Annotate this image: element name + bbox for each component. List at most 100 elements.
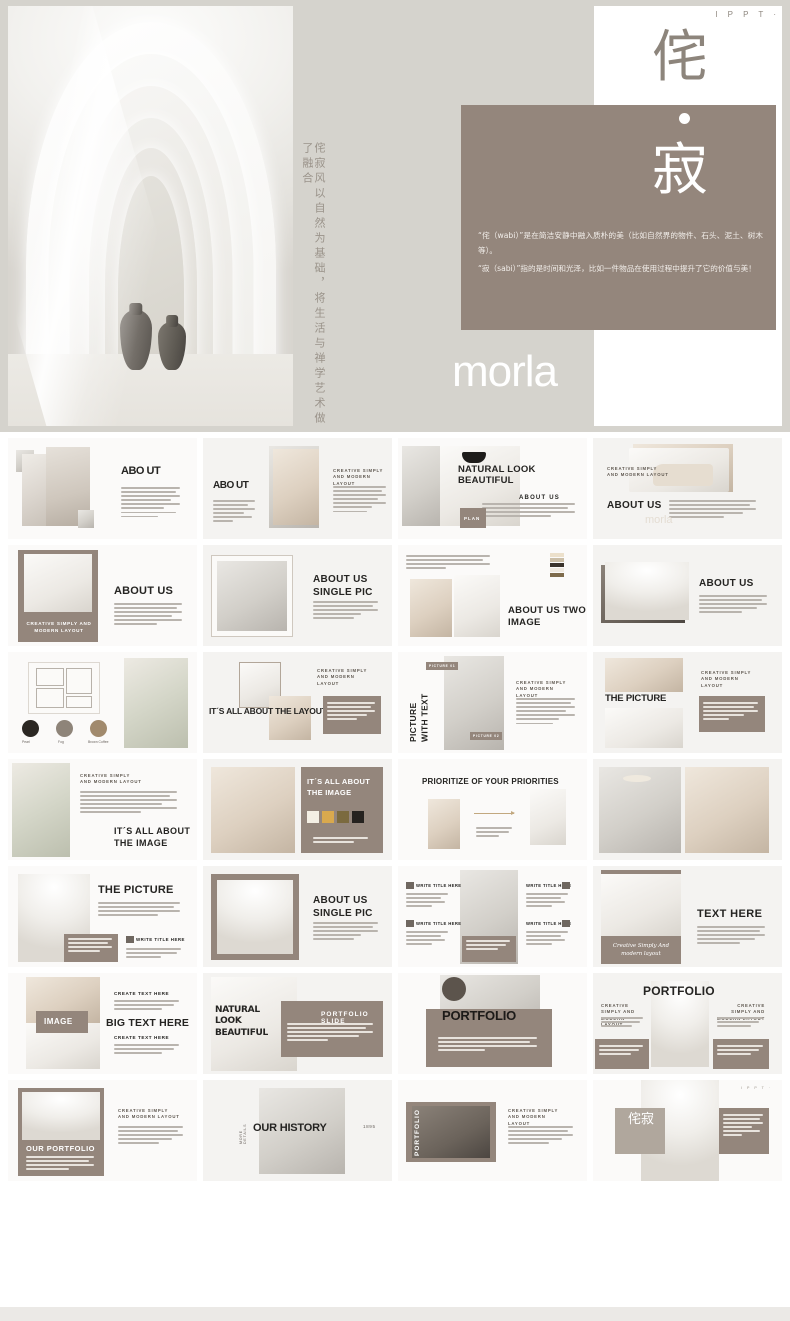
slide-thumbnail[interactable]: CREATIVE SIMPLY AND MODERN LAYOUT ABOUT … — [8, 545, 197, 646]
slide-watermark: morla — [645, 514, 673, 526]
slide-thumbnail[interactable]: ABOUT US — [593, 545, 782, 646]
slide-photo — [22, 454, 46, 526]
slide-thumbnail[interactable]: Creative Simply And modern layout TEXT H… — [593, 866, 782, 967]
swatch-label: Brown Coffee — [88, 740, 109, 744]
slide-title: 侘寂 — [627, 1112, 654, 1127]
slide-body-text — [126, 948, 184, 960]
hero-description: “侘（wabi）”是在简洁安静中融入质朴的美（比如自然界的物件、石头、泥土、树木… — [478, 228, 763, 277]
slide-thumbnail[interactable]: Pearl Fog Brown Coffee — [8, 652, 197, 753]
image-icon — [406, 920, 414, 927]
slide-thumbnail[interactable]: OUR PORTFOLIO CREATIVE SIMPLY AND MODERN… — [8, 1080, 197, 1181]
slide-body-text — [26, 1156, 98, 1172]
slide-thumbnail-grid: ABO UT ABO UT CREATIVE SIMPLY AND MODERN… — [0, 432, 790, 1181]
slide-thumbnail[interactable]: ABOUT US TWO IMAGE — [398, 545, 587, 646]
slide-body-text — [114, 603, 186, 628]
slide-body-text — [599, 1045, 645, 1057]
feature-title: WRITE TITLE HERE — [416, 883, 462, 888]
slide-thumbnail[interactable]: ABOUT US SINGLE PIC — [203, 866, 392, 967]
slide-title: PORTFOLIO — [442, 1008, 517, 1023]
slide-body-text — [80, 791, 182, 816]
slide-thumbnail[interactable]: 侘寂 I P P T · — [593, 1080, 782, 1181]
slide-photo — [402, 446, 442, 526]
slide-thumbnail[interactable]: IT´S ALL ABOUT THE IMAGE — [203, 759, 392, 860]
slide-thumbnail[interactable]: PORTFOLIO — [398, 973, 587, 1074]
slide-body-text — [601, 1017, 645, 1029]
slide-thumbnail[interactable]: ABOUT US SINGLE PIC — [203, 545, 392, 646]
slide-thumbnail[interactable]: PICTURE 01 PICTURE 02 PICTURE WITH TEXT … — [398, 652, 587, 753]
slide-thumbnail[interactable]: THE PICTURE WRITE TITLE HERE — [8, 866, 197, 967]
slide-title: OUR PORTFOLIO — [26, 1144, 95, 1153]
slide-title: ABO UT — [121, 465, 161, 477]
slide-body-text — [406, 931, 450, 947]
slide-photo — [22, 1092, 100, 1140]
image-icon — [406, 882, 414, 889]
slide-tag: PICTURE 01 — [429, 664, 456, 668]
slide-subtitle: CREATE TEXT HERE — [114, 991, 170, 996]
slide-photo — [410, 579, 452, 637]
slide-thumbnail[interactable]: CREATIVE SIMPLY AND MODERN LAYOUT IT´S A… — [8, 759, 197, 860]
slide-title: PICTURE WITH TEXT — [408, 693, 430, 743]
slide-photo — [24, 554, 92, 612]
slide-body-text — [213, 500, 257, 525]
slide-photo — [217, 880, 293, 954]
slide-photo — [124, 658, 188, 748]
slide-body-text — [476, 827, 514, 839]
floorplan-room — [66, 696, 92, 708]
circle-decor — [442, 977, 466, 1001]
slide-thumbnail[interactable]: PRIORITIZE OF YOUR PRIORITIES — [398, 759, 587, 860]
slide-subtitle: CREATIVE SIMPLY AND MODERN LAYOUT — [317, 668, 368, 686]
slide-body-text — [406, 893, 450, 909]
slide-thumbnail[interactable]: OUR HISTORY MORE DETAILS 1895 — [203, 1080, 392, 1181]
slide-subtitle: CREATIVE SIMPLY AND MODERN LAYOUT — [516, 680, 567, 698]
slide-subtitle: CREATIVE SIMPLY AND MODERN LAYOUT — [607, 466, 669, 478]
slide-thumbnail[interactable] — [593, 759, 782, 860]
slide-body-text — [313, 601, 381, 621]
slide-body-text — [114, 1000, 182, 1012]
slide-thumbnail[interactable]: ABO UT CREATIVE SIMPLY AND MODERN LAYOUT — [203, 438, 392, 539]
slide-thumbnail[interactable]: THE PICTURE CREATIVE SIMPLY AND MODERN L… — [593, 652, 782, 753]
slide-title: ABOUT US SINGLE PIC — [313, 574, 373, 598]
feature-title: WRITE TITLE HERE — [416, 921, 462, 926]
hero-brand-tag: I P P T · — [715, 10, 780, 19]
hero-vertical-tagline: 侘寂风以自然为基础，将生活与禅学艺术做了融合 — [300, 142, 326, 427]
slide-thumbnail[interactable]: CREATIVE SIMPLY AND MODERN LAYOUT IT´S A… — [203, 652, 392, 753]
color-swatch — [322, 811, 334, 823]
hero-paragraph-2: “寂（sabi）”指的是时间和光泽，比如一件物品在使用过程中提升了它的价值与美！ — [478, 264, 756, 274]
color-swatch — [550, 568, 564, 572]
slide-photo — [428, 799, 460, 849]
slide-title: OUR HISTORY — [253, 1122, 327, 1134]
slide-thumbnail[interactable]: NATURAL LOOK BEAUTIFUL ABOUT US PLAN — [398, 438, 587, 539]
slide-title: BIG TEXT HERE — [106, 1017, 190, 1029]
slide-title: THE PICTURE — [98, 884, 174, 896]
slide-photo — [269, 696, 311, 740]
slide-title: ABOUT US — [607, 500, 662, 511]
footer-bar — [0, 1307, 790, 1321]
slide-thumbnail[interactable]: ABO UT — [8, 438, 197, 539]
slide-photo — [454, 575, 500, 637]
color-swatch — [550, 563, 564, 567]
slide-photo — [605, 708, 683, 748]
hero-banner: 侘寂风以自然为基础，将生活与禅学艺术做了融合 I P P T · 侘 寂 “侘（… — [0, 0, 790, 432]
slide-body-text — [68, 938, 114, 954]
slide-thumbnail[interactable]: PORTFOLIO CREATIVE SIMPLY AND MODERN LAY… — [398, 1080, 587, 1181]
slide-thumbnail[interactable]: NATURAL LOOK BEAUTIFUL PORTFOLIO SLIDE — [203, 973, 392, 1074]
slide-photo — [12, 763, 70, 857]
slide-thumbnail[interactable]: PORTFOLIO CREATIVE SIMPLY AND MODERN LAY… — [593, 973, 782, 1074]
slide-body-text — [697, 926, 769, 946]
color-swatch — [550, 553, 564, 557]
slide-body-text — [669, 500, 761, 520]
slide-body-text — [114, 1044, 182, 1056]
slide-thumbnail[interactable]: CREATIVE SIMPLY AND MODERN LAYOUT ABOUT … — [593, 438, 782, 539]
color-swatch — [307, 811, 319, 823]
slide-body-text — [466, 940, 512, 952]
slide-body-text — [327, 702, 377, 722]
image-icon — [126, 936, 134, 943]
slide-photo — [217, 561, 287, 631]
slide-body-text — [438, 1037, 542, 1053]
slide-photo — [412, 1106, 490, 1158]
color-swatch — [337, 811, 349, 823]
slide-thumbnail[interactable]: IMAGE CREATE TEXT HERE BIG TEXT HERE CRE… — [8, 973, 197, 1074]
slide-thumbnail[interactable]: WRITE TITLE HERE WRITE TITLE HERE WRITE … — [398, 866, 587, 967]
slide-title: ABOUT US SINGLE PIC — [313, 895, 373, 919]
slide-body-text — [121, 487, 183, 520]
